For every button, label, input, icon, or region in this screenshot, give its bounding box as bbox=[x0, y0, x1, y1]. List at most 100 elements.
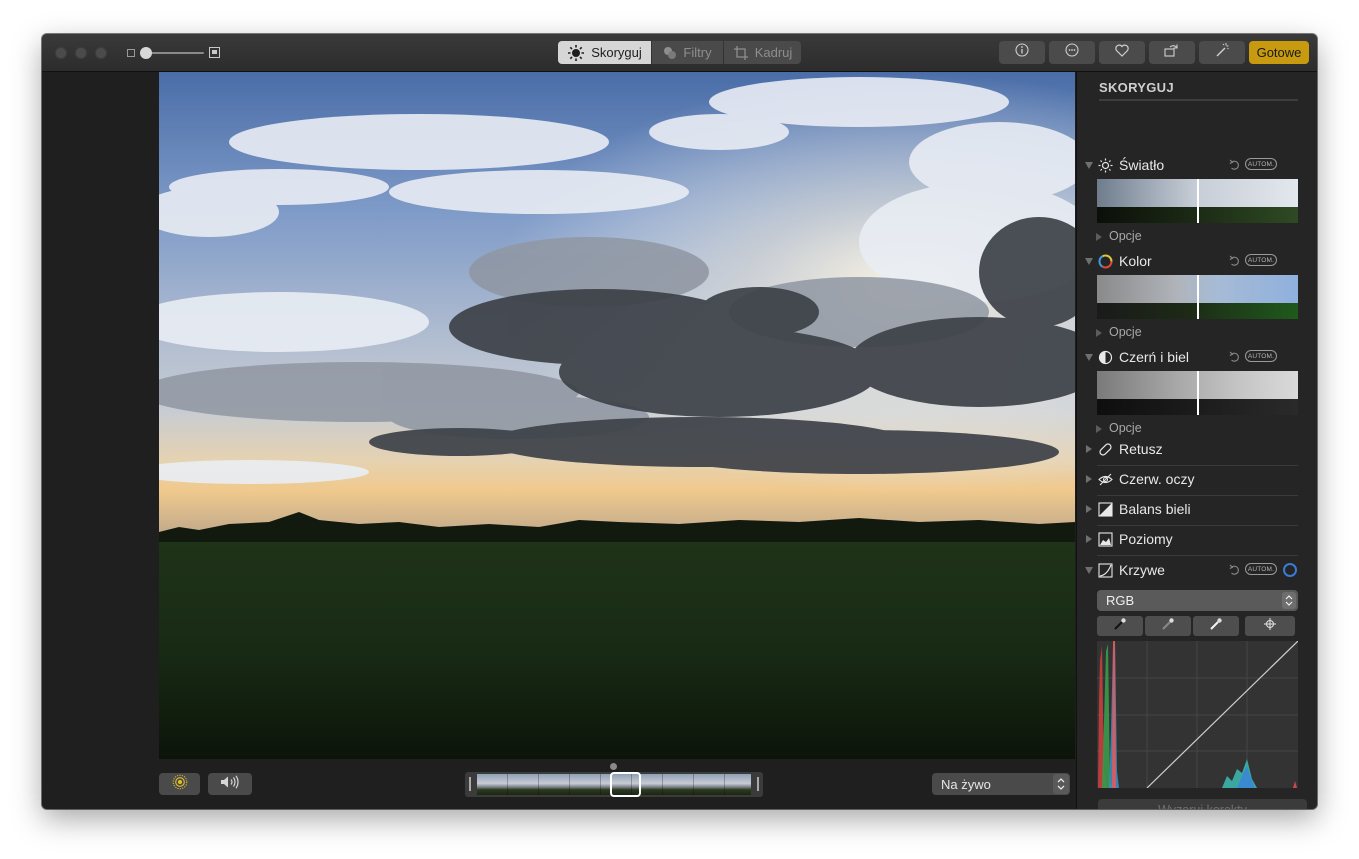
section-color-label: Kolor bbox=[1119, 253, 1152, 269]
auto-light-button[interactable]: AUTOM. bbox=[1245, 158, 1277, 170]
auto-bw-button[interactable]: AUTOM. bbox=[1245, 350, 1277, 362]
disclosure-open-icon[interactable] bbox=[1085, 354, 1093, 361]
minimize-window-button[interactable] bbox=[75, 47, 87, 59]
add-point-button[interactable] bbox=[1245, 616, 1295, 636]
color-options[interactable]: Opcje bbox=[1077, 325, 1317, 341]
live-photo-toggle[interactable] bbox=[159, 773, 200, 795]
black-point-eyedropper-icon bbox=[1113, 617, 1127, 636]
auto-color-button[interactable]: AUTOM. bbox=[1245, 254, 1277, 266]
curves-enabled-toggle[interactable] bbox=[1283, 563, 1297, 577]
filmstrip-right-handle[interactable] bbox=[757, 777, 759, 791]
section-curves-label: Krzywe bbox=[1119, 562, 1165, 578]
reset-adjustments-button[interactable]: Wyzeruj korekty bbox=[1098, 799, 1307, 809]
done-button[interactable]: Gotowe bbox=[1249, 41, 1309, 64]
curves-channel-select[interactable]: RGB bbox=[1097, 590, 1298, 611]
filmstrip-current-frame[interactable] bbox=[610, 772, 641, 797]
tab-filters-label: Filtry bbox=[683, 45, 712, 60]
white-point-picker[interactable] bbox=[1193, 616, 1239, 636]
section-levels-label: Poziomy bbox=[1119, 531, 1173, 547]
bw-options[interactable]: Opcje bbox=[1077, 421, 1317, 437]
rotate-icon bbox=[1164, 43, 1180, 62]
disclosure-open-icon[interactable] bbox=[1085, 258, 1093, 265]
zoom-window-button[interactable] bbox=[95, 47, 107, 59]
section-red-eye-label: Czerw. oczy bbox=[1119, 471, 1195, 487]
gray-point-eyedropper-icon bbox=[1161, 617, 1175, 636]
section-bw-label: Czerń i biel bbox=[1119, 349, 1190, 365]
section-light-header[interactable]: Światło AUTOM. bbox=[1077, 155, 1317, 177]
select-arrows-icon bbox=[1282, 592, 1296, 609]
disclosure-closed-icon[interactable] bbox=[1086, 475, 1092, 483]
bottom-bar: Na żywo bbox=[42, 759, 1076, 809]
key-frame-indicator bbox=[610, 763, 617, 770]
light-options[interactable]: Opcje bbox=[1077, 229, 1317, 245]
bw-strip-slider[interactable] bbox=[1197, 371, 1199, 415]
disclosure-closed-icon[interactable] bbox=[1086, 505, 1092, 513]
white-balance-icon bbox=[1098, 502, 1113, 517]
divider bbox=[1097, 495, 1298, 496]
tab-crop[interactable]: Kadruj bbox=[724, 41, 801, 64]
section-white-balance-label: Balans bieli bbox=[1119, 501, 1191, 517]
live-photo-filmstrip[interactable] bbox=[465, 772, 763, 797]
filters-circles-icon bbox=[663, 46, 677, 60]
left-gutter bbox=[42, 72, 159, 759]
divider bbox=[1099, 99, 1298, 101]
magic-wand-icon bbox=[1214, 42, 1230, 63]
close-window-button[interactable] bbox=[55, 47, 67, 59]
section-white-balance[interactable]: Balans bieli bbox=[1077, 499, 1317, 521]
info-button[interactable] bbox=[999, 41, 1045, 64]
disclosure-closed-icon[interactable] bbox=[1086, 535, 1092, 543]
bw-preview-strip[interactable] bbox=[1097, 371, 1298, 415]
photos-edit-window: Skoryguj Filtry Kadruj Gotowe Na żywo SK… bbox=[42, 34, 1317, 809]
color-strip-slider[interactable] bbox=[1197, 275, 1199, 319]
adjust-sun-icon bbox=[567, 44, 585, 62]
section-curves-header[interactable]: Krzywe AUTOM. bbox=[1077, 560, 1317, 582]
disclosure-closed-icon bbox=[1096, 425, 1102, 433]
half-circle-icon bbox=[1098, 350, 1113, 365]
landscape-photo bbox=[159, 72, 1075, 759]
auto-curves-button[interactable]: AUTOM. bbox=[1245, 563, 1277, 575]
curves-icon bbox=[1098, 563, 1113, 578]
filmstrip-left-handle[interactable] bbox=[469, 777, 471, 791]
favorite-button[interactable] bbox=[1099, 41, 1145, 64]
live-photo-icon bbox=[172, 774, 188, 795]
disclosure-closed-icon bbox=[1096, 233, 1102, 241]
section-light-label: Światło bbox=[1119, 157, 1165, 173]
section-retouch[interactable]: Retusz bbox=[1077, 439, 1317, 461]
levels-icon bbox=[1098, 532, 1113, 547]
photo-canvas[interactable] bbox=[159, 72, 1075, 759]
section-color-header[interactable]: Kolor AUTOM. bbox=[1077, 251, 1317, 273]
light-strip-slider[interactable] bbox=[1197, 179, 1199, 223]
revert-icon[interactable] bbox=[1228, 563, 1242, 577]
black-point-picker[interactable] bbox=[1097, 616, 1143, 636]
more-button[interactable] bbox=[1049, 41, 1095, 64]
zoom-out-icon bbox=[127, 49, 135, 57]
revert-icon[interactable] bbox=[1228, 254, 1242, 268]
live-effect-select[interactable]: Na żywo bbox=[932, 773, 1070, 795]
zoom-slider-knob[interactable] bbox=[140, 47, 152, 59]
section-levels[interactable]: Poziomy bbox=[1077, 529, 1317, 551]
rotate-button[interactable] bbox=[1149, 41, 1195, 64]
disclosure-open-icon[interactable] bbox=[1085, 162, 1093, 169]
sound-toggle[interactable] bbox=[208, 773, 252, 795]
heart-icon bbox=[1115, 44, 1129, 62]
info-icon bbox=[1015, 43, 1029, 62]
section-red-eye[interactable]: Czerw. oczy bbox=[1077, 469, 1317, 491]
options-label: Opcje bbox=[1109, 229, 1142, 243]
tab-filters[interactable]: Filtry bbox=[652, 41, 723, 64]
live-effect-value: Na żywo bbox=[941, 776, 991, 792]
revert-icon[interactable] bbox=[1228, 158, 1242, 172]
disclosure-open-icon[interactable] bbox=[1085, 567, 1093, 574]
enhance-button[interactable] bbox=[1199, 41, 1245, 64]
tab-adjust[interactable]: Skoryguj bbox=[558, 41, 651, 64]
curves-graph[interactable] bbox=[1097, 641, 1298, 788]
color-wheel-icon bbox=[1098, 254, 1113, 269]
color-preview-strip[interactable] bbox=[1097, 275, 1298, 319]
gray-point-picker[interactable] bbox=[1145, 616, 1191, 636]
light-preview-strip[interactable] bbox=[1097, 179, 1298, 223]
section-bw-header[interactable]: Czerń i biel AUTOM. bbox=[1077, 347, 1317, 369]
crop-icon bbox=[733, 45, 749, 61]
add-point-crosshair-icon bbox=[1263, 617, 1277, 636]
adjust-sidebar: SKORYGUJ Światło AUTOM. Opcje Kolor AUTO… bbox=[1076, 72, 1317, 809]
disclosure-closed-icon[interactable] bbox=[1086, 445, 1092, 453]
revert-icon[interactable] bbox=[1228, 350, 1242, 364]
